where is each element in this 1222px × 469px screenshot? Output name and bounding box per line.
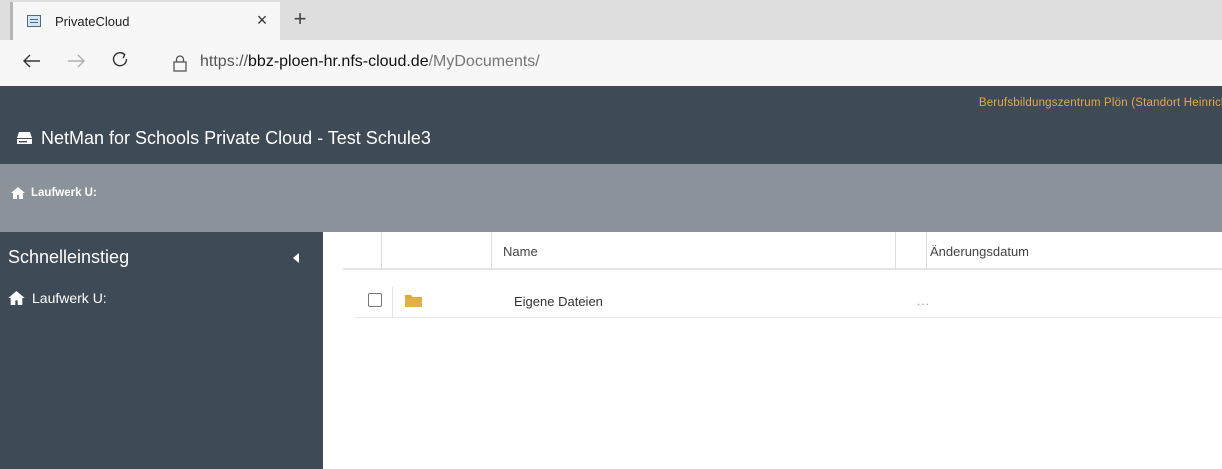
- breadcrumb-label: Laufwerk U:: [31, 187, 97, 199]
- reload-icon: [112, 51, 128, 67]
- home-icon: [11, 187, 25, 199]
- breadcrumb-item-laufwerk-u[interactable]: Laufwerk U:: [11, 187, 97, 199]
- column-divider: [895, 232, 896, 270]
- breadcrumb: Laufwerk U:: [0, 164, 1222, 232]
- window-icon: [27, 15, 41, 27]
- collapse-sidebar-icon[interactable]: [293, 253, 299, 263]
- back-button[interactable]: [18, 48, 46, 76]
- browser-tab-strip: PrivateCloud × +: [0, 0, 1222, 40]
- tab-title: PrivateCloud: [55, 13, 130, 29]
- sidebar-item-label: Laufwerk U:: [32, 290, 107, 306]
- column-header-date[interactable]: Änderungsdatum: [930, 244, 1029, 259]
- reload-button[interactable]: [106, 48, 134, 76]
- address-bar[interactable]: https://bbz-ploen-hr.nfs-cloud.de/MyDocu…: [200, 53, 540, 71]
- new-tab-button[interactable]: +: [288, 6, 312, 32]
- cloud-drive-icon: [17, 132, 32, 144]
- lock-icon[interactable]: [172, 54, 188, 72]
- column-divider: [381, 232, 382, 270]
- browser-tab[interactable]: PrivateCloud ×: [10, 2, 280, 40]
- column-divider: [926, 232, 927, 270]
- row-checkbox[interactable]: [368, 293, 382, 307]
- folder-icon: [405, 295, 422, 307]
- tab-close-button[interactable]: ×: [252, 10, 272, 30]
- file-list: Name Änderungsdatum Eigene Dateien ...: [323, 232, 1222, 469]
- column-header-name[interactable]: Name: [503, 244, 538, 259]
- url-path: /MyDocuments/: [428, 53, 540, 70]
- column-divider: [491, 232, 492, 270]
- organization-name: Berufsbildungszentrum Plön (Standort Hei…: [978, 97, 1222, 109]
- table-header: Name Änderungsdatum: [343, 232, 1222, 270]
- sidebar-heading: Schnelleinstieg: [8, 247, 130, 267]
- app-title[interactable]: NetMan for Schools Private Cloud - Test …: [41, 128, 431, 149]
- home-icon: [8, 291, 25, 305]
- url-host: bbz-ploen-hr.nfs-cloud.de: [248, 53, 429, 70]
- file-name[interactable]: Eigene Dateien: [514, 294, 603, 309]
- arrow-left-icon: [23, 54, 40, 68]
- table-row[interactable]: Eigene Dateien ...: [355, 286, 1222, 318]
- url-protocol: https://: [200, 53, 249, 70]
- more-options-icon[interactable]: ...: [917, 295, 930, 307]
- arrow-right-icon: [68, 54, 85, 68]
- column-divider: [392, 286, 393, 317]
- sidebar: Schnelleinstieg Laufwerk U:: [0, 232, 323, 469]
- browser-nav-bar: https://bbz-ploen-hr.nfs-cloud.de/MyDocu…: [0, 40, 1222, 86]
- app-header: Berufsbildungszentrum Plön (Standort Hei…: [0, 86, 1222, 164]
- sidebar-item-laufwerk-u[interactable]: Laufwerk U:: [8, 290, 107, 306]
- forward-button[interactable]: [62, 48, 90, 76]
